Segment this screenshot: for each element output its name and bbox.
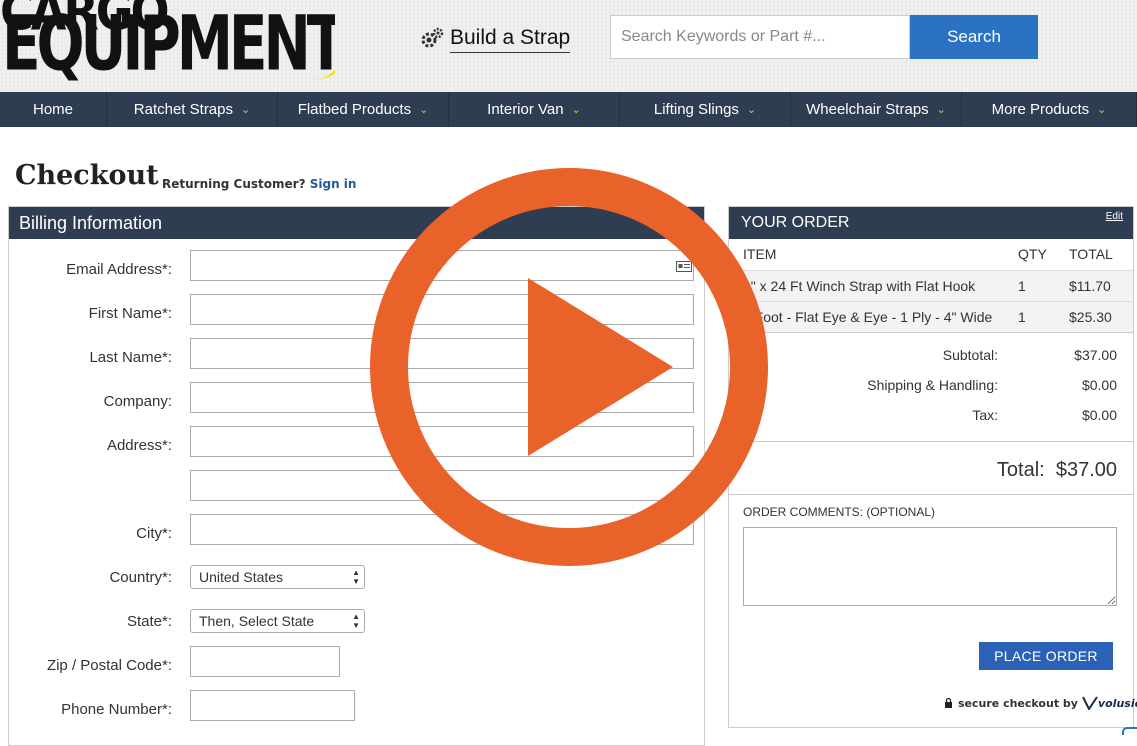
gears-icon [421,27,444,48]
table-row: 8 Foot - Flat Eye & Eye - 1 Ply - 4" Wid… [729,301,1133,332]
col-qty: QTY [1018,246,1047,262]
item-total: $11.70 [1069,278,1111,294]
order-panel: YOUR ORDER Edit ITEM QTY TOTAL 1" x 24 F… [728,206,1137,728]
nav-item-interior-van[interactable]: Interior Van ⌄ [449,92,620,127]
item-qty: 1 [1018,309,1026,325]
volusion-text: volusion [1097,696,1137,710]
page-title: Checkout [15,160,159,191]
place-order-button[interactable]: PLACE ORDER [979,642,1113,670]
divider [729,441,1133,442]
subtotal-value: $37.00 [1074,347,1117,363]
main-nav: Home Ratchet Straps ⌄ Flatbed Products ⌄ I… [0,92,1137,127]
item-name: 1" x 24 Ft Winch Strap with Flat Hook [743,278,976,294]
lock-icon [945,698,952,708]
nav-label: Interior Van [487,101,564,118]
email-label: Email Address*: [66,261,172,278]
chevron-down-icon: ⌄ [419,104,429,116]
last-name-label: Last Name*: [89,349,172,366]
state-label: State*: [126,613,172,630]
tax-label: Tax: [972,407,998,423]
phone-label: Phone Number*: [61,701,172,718]
city-label: City*: [136,525,172,542]
returning-customer-label: Returning Customer? [162,177,306,191]
country-select-value: United States [199,569,284,585]
first-name-label: First Name*: [88,305,172,322]
total-label: Total: [996,459,1045,481]
shipping-value: $0.00 [1081,377,1117,393]
returning-customer: Returning Customer? Sign in [162,177,356,191]
select-arrows-icon: ▲ ▼ [352,612,360,630]
logo-main-text: EQUIPMENT [2,0,335,88]
subtotal-label: Subtotal: [942,347,998,363]
company-label: Company: [103,393,172,410]
order-heading: YOUR ORDER Edit [729,207,1133,239]
play-icon[interactable] [370,168,768,566]
phone-field[interactable] [190,690,355,721]
table-row: 1" x 24 Ft Winch Strap with Flat Hook 1 … [729,270,1133,301]
shipping-label: Shipping & Handling: [867,377,998,393]
volusion-logo: volusion [1082,696,1137,710]
chevron-down-icon: ⌄ [1097,104,1107,116]
sign-in-link[interactable]: Sign in [310,177,357,191]
nav-item-flatbed-products[interactable]: Flatbed Products ⌄ [278,92,449,127]
nav-label: Lifting Slings [653,101,739,118]
site-header: CARGO EQUIPMENT Build a Strap Search [0,0,1137,92]
build-a-strap-label: Build a Strap [450,24,571,53]
site-logo[interactable]: CARGO EQUIPMENT [0,0,335,90]
nav-label: Home [32,101,73,118]
state-select[interactable]: Then, Select State ▲ ▼ [190,609,365,633]
nav-label: Wheelchair Straps [806,101,929,118]
volusion-v-icon [1082,696,1098,710]
chevron-down-icon: ⌄ [241,104,251,116]
order-comments-field[interactable] [743,527,1117,606]
col-item: ITEM [743,246,777,262]
order-comments-label: ORDER COMMENTS: (OPTIONAL) [743,505,936,519]
address-label: Address*: [106,437,172,454]
edit-order-link[interactable]: Edit [1106,211,1123,222]
divider [729,494,1133,495]
nav-item-lifting-slings[interactable]: Lifting Slings ⌄ [620,92,791,127]
nav-label: More Products [991,101,1090,118]
zip-label: Zip / Postal Code*: [46,657,172,674]
item-qty: 1 [1018,278,1026,294]
item-total: $25.30 [1069,309,1112,325]
zip-field[interactable] [190,646,340,677]
nav-label: Flatbed Products [297,101,412,118]
chevron-down-icon: ⌄ [936,104,946,116]
scrollbar-handle[interactable] [1122,727,1137,735]
nav-label: Ratchet Straps [133,101,233,118]
nav-item-ratchet-straps[interactable]: Ratchet Straps ⌄ [107,92,278,127]
chevron-down-icon: ⌄ [746,104,757,116]
grand-total: Total: $37.00 [997,459,1117,482]
build-a-strap-link[interactable]: Build a Strap [420,22,571,54]
col-total: TOTAL [1069,246,1113,262]
order-table-header: ITEM QTY TOTAL [729,239,1133,269]
nav-item-wheelchair-straps[interactable]: Wheelchair Straps ⌄ [791,92,962,127]
logo-swoosh [300,0,335,80]
state-select-value: Then, Select State [199,613,315,629]
country-label: Country*: [109,569,172,586]
nav-item-more-products[interactable]: More Products ⌄ [962,92,1137,127]
chevron-down-icon: ⌄ [571,104,581,116]
secure-checkout-text: secure checkout by [958,696,1078,710]
tax-value: $0.00 [1081,407,1117,423]
select-arrows-icon: ▲ ▼ [352,568,360,586]
nav-item-home[interactable]: Home [0,92,107,127]
total-value: $37.00 [1055,459,1117,481]
item-name: 8 Foot - Flat Eye & Eye - 1 Ply - 4" Wid… [743,309,993,325]
country-select[interactable]: United States ▲ ▼ [190,565,365,589]
divider [729,332,1133,333]
search-input[interactable] [610,15,910,59]
search-button[interactable]: Search [910,15,1038,59]
secure-checkout-badge: secure checkout by volusion [944,696,1137,710]
